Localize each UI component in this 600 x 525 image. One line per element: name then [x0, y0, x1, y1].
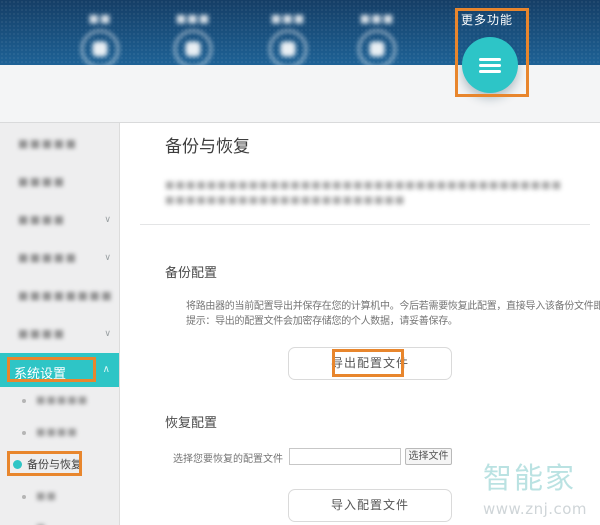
sidebar-menu: ■■■■■ ■■■■ ■■■■ ∨ ■■■■■ ∨ ■■■■■■■■ ■■■■ [0, 123, 120, 525]
nav-item-label: ■■■ [270, 12, 306, 25]
choose-file-button[interactable]: 选择文件 [405, 448, 452, 465]
nav-icon [174, 30, 212, 68]
chevron-down-icon: ∨ [104, 329, 111, 339]
restore-section-heading: 恢复配置 [165, 416, 218, 431]
intro-text-blurred-line2: ■■■■■■■■■■■■■■■■■■■■■■■ [165, 195, 406, 206]
sidebar-item-label: ■■■■■ [18, 137, 78, 150]
sidebar-subitem-blurred-3[interactable]: ■■ [0, 486, 119, 508]
more-functions-label: 更多功能 [461, 13, 514, 27]
backup-section-heading: 备份配置 [165, 266, 218, 281]
sidebar-item-label: ■■■■ [18, 213, 66, 226]
nav-item-label: ■■■ [359, 12, 395, 25]
nav-item-label: ■■■ [175, 12, 211, 25]
bullet-icon [22, 399, 26, 403]
nav-icon [358, 30, 396, 68]
nav-item-label: ■■ [88, 12, 112, 25]
sidebar-item-blurred-3[interactable]: ■■■■ ∨ [0, 209, 119, 231]
sidebar-item-label: ■■■■■■■■ [18, 289, 114, 302]
sidebar-item-blurred-6[interactable]: ■■■■ ∨ [0, 323, 119, 345]
bullet-icon [22, 431, 26, 435]
sidebar-subitem-label: ■ [36, 518, 46, 525]
intro-text-blurred-line1: ■■■■■■■■■■■■■■■■■■■■■■■■■■■■■■■■■■■■■■ [165, 180, 563, 191]
export-config-button[interactable]: 导出配置文件 [288, 347, 452, 380]
sidebar-subitem-label: ■■■■ [36, 427, 78, 438]
chevron-down-icon: ∨ [104, 253, 111, 263]
sidebar-subitem-label: ■■ [36, 491, 57, 502]
sidebar-item-blurred-5[interactable]: ■■■■■■■■ [0, 285, 119, 307]
sidebar-item-blurred-2[interactable]: ■■■■ [0, 171, 119, 193]
sidebar-item-system-settings[interactable]: 系统设置 ∧ [0, 353, 119, 387]
nav-item-2[interactable]: ■■■ [155, 12, 231, 68]
more-functions-button[interactable] [462, 37, 518, 93]
sidebar-subitem-label: ■■■■■ [36, 395, 89, 406]
sidebar-item-label: ■■■■ [18, 327, 66, 340]
sidebar-subitem-blurred-1[interactable]: ■■■■■ [0, 390, 119, 412]
backup-desc-line2: 提示：导出的配置文件会加密存储您的个人数据，请妥善保存。 [186, 316, 458, 327]
active-bullet-icon [13, 460, 22, 469]
sidebar-item-blurred-1[interactable]: ■■■■■ [0, 133, 119, 155]
sidebar-item-label: 系统设置 [14, 367, 67, 382]
restore-file-label: 选择您要恢复的配置文件 [173, 454, 283, 465]
sidebar-item-blurred-4[interactable]: ■■■■■ ∨ [0, 247, 119, 269]
main-panel: 备份与恢复 ■■■■■■■■■■■■■■■■■■■■■■■■■■■■■■■■■■… [120, 123, 600, 525]
chevron-down-icon: ∨ [104, 215, 111, 225]
bullet-icon [22, 495, 26, 499]
backup-desc-line1: 将路由器的当前配置导出并保存在您的计算机中。今后若需要恢复此配置，直接导入该备份… [186, 301, 600, 312]
content-area: ■■■■■ ■■■■ ■■■■ ∨ ■■■■■ ∨ ■■■■■■■■ ■■■■ [0, 122, 600, 525]
nav-item-1[interactable]: ■■ [62, 12, 138, 68]
nav-item-4[interactable]: ■■■ [339, 12, 415, 68]
page-title: 备份与恢复 [165, 137, 250, 157]
sidebar-item-label: ■■■■ [18, 175, 66, 188]
router-admin-page: ■■ ■■■ ■■■ ■■■ 更多功能 ■■■■■ ■■■■ ■■■■ ∨ ■■… [0, 0, 600, 525]
nav-item-3[interactable]: ■■■ [250, 12, 326, 68]
restore-file-input[interactable] [289, 448, 401, 465]
sidebar-subitem-blurred-2[interactable]: ■■■■ [0, 422, 119, 444]
section-divider [140, 224, 590, 225]
import-config-button[interactable]: 导入配置文件 [288, 489, 452, 522]
sidebar-subitem-label: 备份与恢复 [27, 458, 82, 471]
nav-icon [269, 30, 307, 68]
sidebar-item-label: ■■■■■ [18, 251, 78, 264]
sidebar-subitem-blurred-4[interactable]: ■ [0, 518, 119, 525]
chevron-up-icon: ∧ [102, 364, 110, 375]
nav-icon [81, 30, 119, 68]
sidebar-subitem-backup-restore[interactable]: 备份与恢复 [0, 454, 119, 476]
